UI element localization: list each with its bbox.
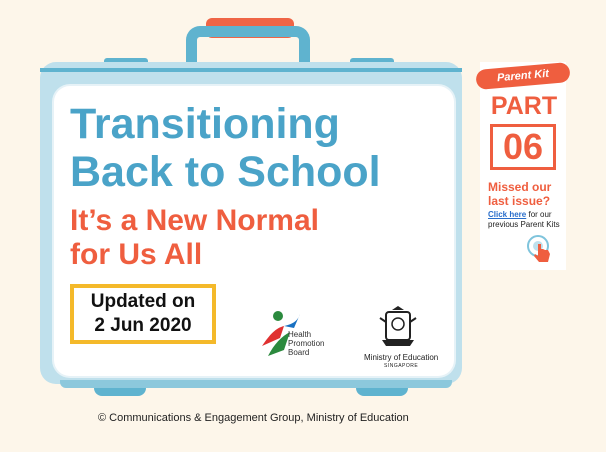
parent-kit-part-number: 06	[490, 124, 556, 170]
previous-kits-link[interactable]: Click here	[488, 210, 526, 219]
subtitle-line-2: for Us All	[70, 238, 203, 271]
updated-line-2: 2 Jun 2020	[94, 315, 192, 336]
parent-kit-part-label: PART	[490, 92, 558, 120]
page-subtitle: It’s a New Normal for Us All	[70, 204, 319, 272]
page-title: Transitioning Back to School	[70, 100, 381, 196]
parent-kit-missed-text: Missed our last issue?	[488, 180, 552, 208]
updated-line-1: Updated on	[90, 291, 196, 312]
moe-crest-icon	[379, 306, 417, 346]
copyright-text: © Communications & Engagement Group, Min…	[98, 412, 409, 424]
suitcase-base	[60, 380, 452, 388]
title-line-1: Transitioning	[70, 100, 340, 148]
parent-kit-link-line: Click here for our previous Parent Kits	[488, 210, 566, 230]
hpb-logo-text: Health Promotion Board	[288, 330, 324, 357]
title-line-2: Back to School	[70, 148, 381, 196]
hpb-line-2: Promotion	[288, 339, 325, 348]
hand-pointer-icon[interactable]	[526, 234, 556, 266]
suitcase-stripe	[40, 68, 462, 72]
updated-badge: Updated on 2 Jun 2020	[70, 284, 216, 344]
hpb-line-1: Health	[288, 330, 312, 339]
moe-country: SINGAPORE	[384, 363, 419, 369]
hpb-line-3: Board	[288, 348, 310, 357]
moe-name: Ministry of Education	[364, 353, 439, 362]
subtitle-line-1: It’s a New Normal	[70, 204, 319, 237]
